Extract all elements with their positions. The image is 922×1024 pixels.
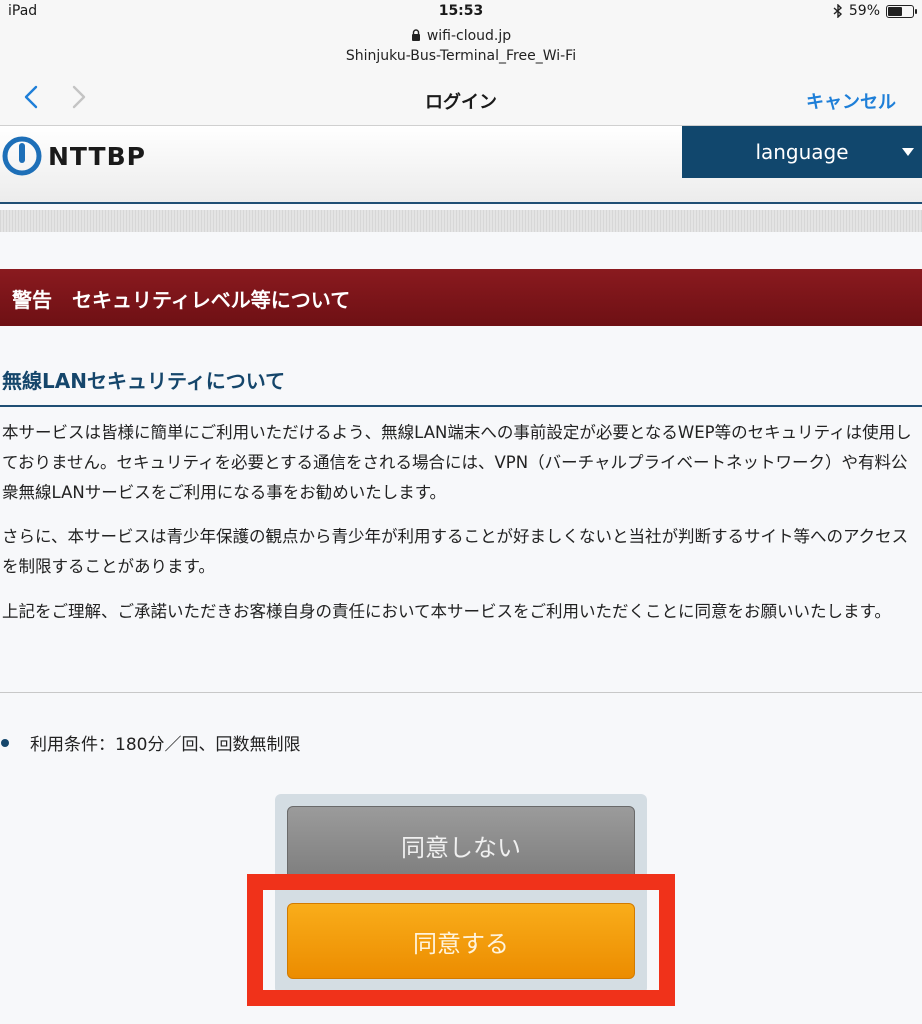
status-right: 59% — [833, 3, 917, 19]
battery-fill — [888, 6, 902, 16]
disagree-button[interactable]: 同意しない — [287, 806, 635, 884]
logo-text: NTTBP — [48, 141, 146, 171]
language-label: language — [755, 140, 849, 164]
section-divider — [0, 405, 922, 407]
decorative-stripe — [0, 210, 922, 232]
ntt-logo-icon — [2, 136, 42, 176]
section-title: 無線LANセキュリティについて — [2, 369, 286, 393]
bullet-icon — [1, 739, 9, 747]
status-bar: iPad 15:53 59% — [0, 0, 922, 24]
cancel-button[interactable]: キャンセル — [806, 88, 896, 114]
url-text: wifi-cloud.jp — [426, 28, 512, 44]
language-dropdown[interactable]: language — [682, 126, 922, 178]
paragraph-filtering: さらに、本サービスは青少年保護の観点から青少年が利用することが好ましくないと当社… — [2, 527, 909, 576]
warning-banner: 警告 セキュリティレベル等について — [0, 269, 922, 326]
nttbp-logo: NTTBP — [2, 136, 146, 176]
site-header: NTTBP language — [0, 126, 922, 204]
paragraph-consent: 上記をご理解、ご承諾いただきお客様自身の責任において本サービスをご利用いただくこ… — [2, 602, 891, 621]
bluetooth-icon — [833, 4, 842, 18]
dropdown-caret-icon — [902, 148, 914, 156]
lock-icon — [411, 29, 420, 41]
page-title: ログイン — [425, 92, 497, 113]
battery-icon — [886, 4, 917, 18]
highlight-box — [247, 874, 675, 1006]
paragraph-security: 本サービスは皆様に簡単にご利用いただけるよう、無線LAN端末への事前設定が必要と… — [2, 423, 912, 502]
content-divider — [0, 692, 922, 693]
ssid-text: Shinjuku-Bus-Terminal_Free_Wi-Fi — [345, 48, 577, 64]
battery-percent: 59% — [848, 3, 880, 19]
browser-nav: wifi-cloud.jp Shinjuku-Bus-Terminal_Free… — [0, 24, 922, 126]
terms-of-use: 利用条件：180分／回、回数無制限 — [30, 735, 301, 755]
status-time: 15:53 — [438, 3, 484, 19]
url-bar[interactable]: wifi-cloud.jp — [0, 28, 922, 44]
